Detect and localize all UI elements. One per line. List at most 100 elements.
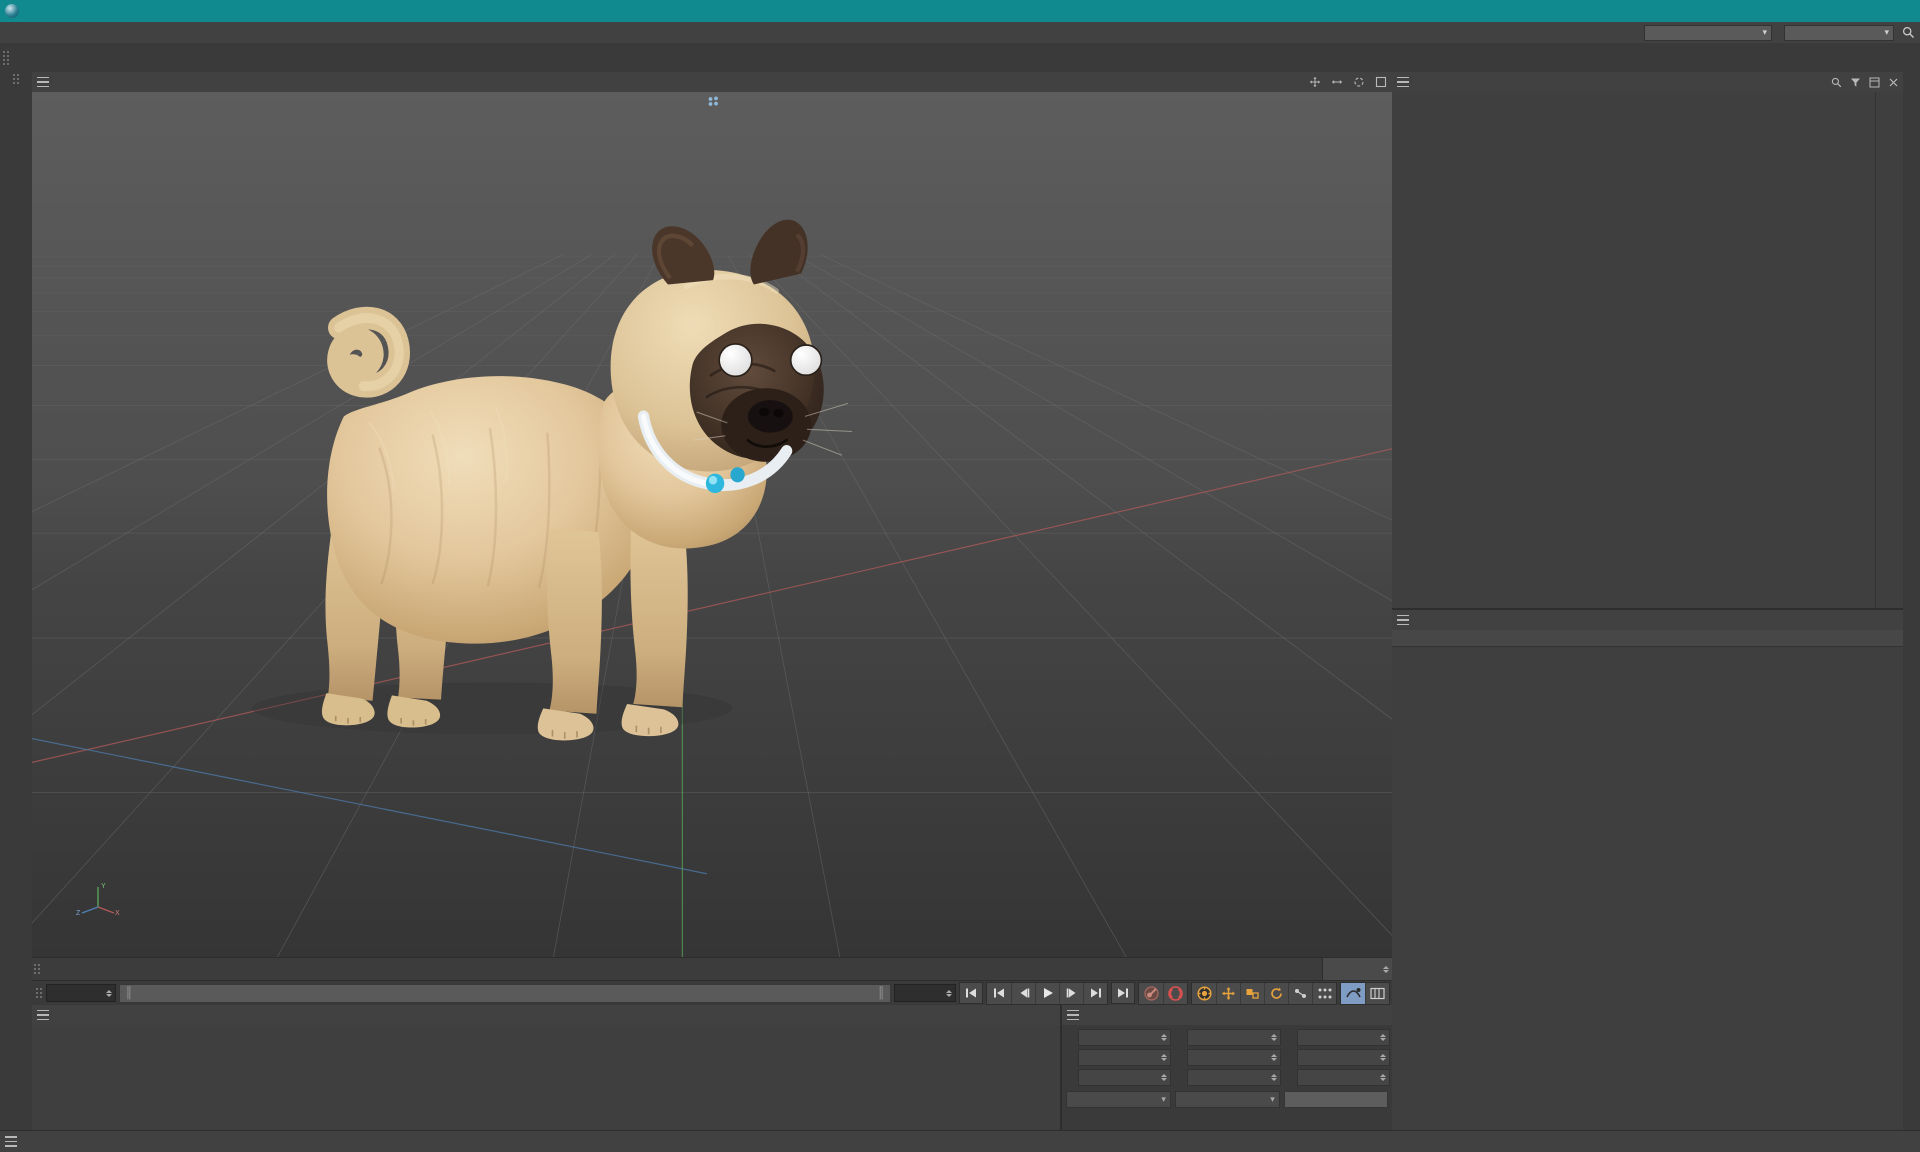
document-end-field[interactable] [894, 984, 956, 1002]
left-toolbar-drag-handle[interactable] [12, 74, 20, 88]
close-button[interactable] [1875, 0, 1920, 22]
timeline-mode-icon[interactable] [1365, 982, 1389, 1004]
minimize-button[interactable] [1785, 0, 1830, 22]
hamburger-icon[interactable] [32, 72, 54, 92]
node-space-select[interactable]: ▾ [1644, 24, 1772, 41]
timeline-end-field[interactable] [1322, 958, 1392, 980]
maximize-view-icon[interactable] [1374, 75, 1388, 89]
bottom-dock: ▾ ▾ [32, 1005, 1392, 1130]
c4d-logo-icon [5, 4, 19, 18]
apply-button[interactable] [1283, 1090, 1388, 1108]
material-list[interactable] [32, 1025, 1060, 1130]
timeline-ruler[interactable] [32, 957, 1392, 980]
hamburger-icon[interactable] [0, 1132, 22, 1152]
size-mode-select[interactable]: ▾ [1174, 1090, 1280, 1108]
position-y-field[interactable] [1078, 1048, 1172, 1066]
size-y-field[interactable] [1187, 1048, 1281, 1066]
timeline-drag-handle[interactable] [32, 958, 41, 980]
position-key-button[interactable] [1216, 982, 1240, 1004]
hamburger-icon[interactable] [1392, 610, 1414, 630]
object-manager [1392, 72, 1903, 610]
keyframe-gear-icon[interactable] [1192, 982, 1216, 1004]
preview-range-bar[interactable]: ║ ║ [119, 983, 891, 1003]
object-manager-body[interactable] [1392, 92, 1903, 608]
record-controls [1138, 981, 1188, 1005]
preview-range-handle-icon[interactable]: ║ [877, 987, 885, 999]
search-icon[interactable] [1900, 25, 1916, 41]
go-to-start-button[interactable] [959, 982, 983, 1004]
coordinates-footer: ▾ ▾ [1064, 1090, 1390, 1108]
timebar-drag-handle[interactable] [34, 988, 43, 998]
pla-icon[interactable] [1312, 982, 1336, 1004]
size-z-field[interactable] [1187, 1068, 1281, 1086]
zoom-view-icon[interactable] [1330, 75, 1344, 89]
viewport-header-icons [1308, 75, 1388, 89]
toolbar-drag-handle[interactable] [2, 45, 10, 71]
rotate-view-icon[interactable] [1352, 75, 1366, 89]
spinner-icon[interactable] [1270, 1073, 1277, 1081]
layer-column-headers [1392, 630, 1903, 647]
right-dock-tabs[interactable] [1903, 72, 1920, 1130]
record-active-objects-button[interactable] [1139, 982, 1163, 1004]
search-icon[interactable] [1829, 75, 1843, 89]
hamburger-icon[interactable] [1392, 72, 1414, 92]
chevron-down-icon: ▾ [1161, 1093, 1166, 1104]
spinner-icon[interactable] [1379, 1053, 1386, 1061]
rotation-h-field[interactable] [1296, 1028, 1390, 1046]
spinner-icon[interactable] [1379, 1073, 1386, 1081]
spinner-icon[interactable] [946, 989, 952, 997]
scale-key-button[interactable] [1240, 982, 1264, 1004]
main-body: Y X Z ║ ║ ▾ ▾ [0, 72, 1920, 1130]
preview-range-handle-icon[interactable]: ║ [125, 987, 133, 999]
filter-icon[interactable] [1848, 75, 1862, 89]
chevron-down-icon: ▾ [1762, 27, 1767, 37]
coordinate-system-select[interactable]: ▾ [1066, 1090, 1171, 1108]
position-x-field[interactable] [1078, 1028, 1172, 1046]
maximize-button[interactable] [1830, 0, 1875, 22]
play-button[interactable] [1035, 982, 1059, 1004]
current-frame-field[interactable] [46, 984, 116, 1002]
spinner-icon[interactable] [1161, 1033, 1168, 1041]
close-icon[interactable] [1886, 75, 1900, 89]
hamburger-icon[interactable] [1062, 1005, 1084, 1025]
layer-list[interactable] [1392, 647, 1903, 1130]
spinner-icon[interactable] [1379, 1033, 1386, 1041]
position-z-field[interactable] [1078, 1068, 1172, 1086]
timeline-track[interactable] [41, 958, 1322, 980]
autokeying-button[interactable] [1163, 982, 1187, 1004]
chevron-down-icon: ▾ [1270, 1093, 1275, 1104]
svg-text:X: X [115, 910, 120, 917]
step-back-button[interactable] [1011, 982, 1035, 1004]
anim-mode-icon[interactable] [1341, 982, 1365, 1004]
spinner-icon[interactable] [1161, 1053, 1168, 1061]
spinner-icon[interactable] [1161, 1073, 1168, 1081]
object-tree[interactable] [1392, 92, 1875, 608]
viewport-camera-label[interactable] [704, 96, 721, 107]
coordinates-header [1062, 1005, 1392, 1025]
size-x-field[interactable] [1187, 1028, 1281, 1046]
rotation-b-field[interactable] [1296, 1068, 1390, 1086]
spinner-icon[interactable] [1383, 965, 1389, 973]
menubar-right-controls: ▾ ▾ [1638, 22, 1916, 43]
hamburger-icon[interactable] [32, 1005, 54, 1025]
camera-dots-icon [708, 96, 718, 106]
viewport-3d[interactable]: Y X Z [32, 92, 1392, 957]
spinner-icon[interactable] [1270, 1053, 1277, 1061]
main-menu-bar: ▾ ▾ [0, 22, 1920, 43]
rotation-p-field[interactable] [1296, 1048, 1390, 1066]
transport-controls [986, 981, 1108, 1005]
param-key-button[interactable] [1288, 982, 1312, 1004]
layout-select[interactable]: ▾ [1784, 24, 1894, 41]
step-forward-button[interactable] [1059, 982, 1083, 1004]
rotation-key-button[interactable] [1264, 982, 1288, 1004]
previous-keyframe-button[interactable] [987, 982, 1011, 1004]
spinner-icon[interactable] [1270, 1033, 1277, 1041]
time-controls-bar: ║ ║ [32, 980, 1392, 1005]
pan-view-icon[interactable] [1308, 75, 1322, 89]
next-keyframe-button[interactable] [1083, 982, 1107, 1004]
c4d-application-window: ▾ ▾ Y X Z ║ ║ ▾ ▾ [0, 0, 1920, 1152]
layout-icon[interactable] [1867, 75, 1881, 89]
axis-gizmo: Y X Z [76, 883, 120, 917]
spinner-icon[interactable] [106, 989, 112, 997]
go-to-end-button[interactable] [1111, 982, 1135, 1004]
